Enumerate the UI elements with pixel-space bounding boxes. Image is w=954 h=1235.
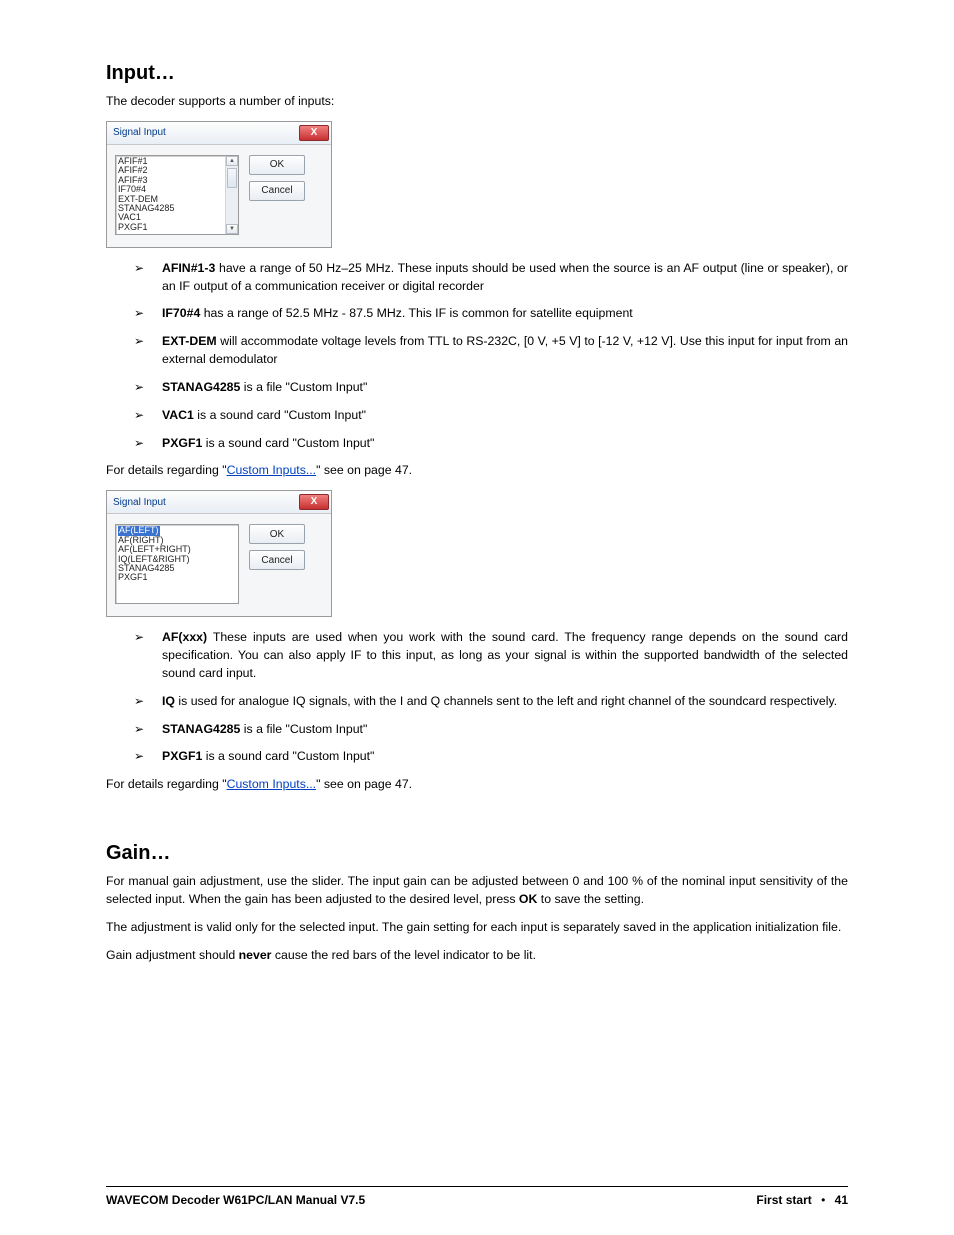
list-item: STANAG4285 is a file "Custom Input": [162, 379, 848, 397]
footer-section: First start: [756, 1193, 811, 1207]
document-page: Input… The decoder supports a number of …: [0, 0, 954, 1235]
item-text: will accommodate voltage levels from TTL…: [162, 334, 848, 366]
item-label: AFIN#1-3: [162, 261, 215, 275]
ok-button[interactable]: OK: [249, 524, 305, 544]
gain-p1c: to save the setting.: [537, 892, 644, 906]
list-item: PXGF1 is a sound card "Custom Input": [162, 748, 848, 766]
item-label: AF(xxx): [162, 630, 207, 644]
item-label: IQ: [162, 694, 175, 708]
details-paragraph-2: For details regarding "Custom Inputs..."…: [106, 776, 848, 794]
item-label: STANAG4285: [162, 380, 240, 394]
details-suffix: " see on page 47.: [316, 463, 412, 477]
item-text: is a file "Custom Input": [240, 380, 367, 394]
dialog-body: AFIF#1 AFIF#2 AFIF#3 IF70#4 EXT-DEM STAN…: [107, 145, 331, 247]
gain-p1-ok: OK: [519, 892, 537, 906]
heading-gain: Gain…: [106, 842, 848, 865]
intro-input: The decoder supports a number of inputs:: [106, 93, 848, 111]
list-item[interactable]: PXGF1: [118, 573, 238, 582]
item-label: PXGF1: [162, 436, 202, 450]
item-text: is a file "Custom Input": [240, 722, 367, 736]
dialog-body: AF(LEFT) AF(RIGHT) AF(LEFT+RIGHT) IQ(LEF…: [107, 514, 331, 616]
input-listbox[interactable]: AF(LEFT) AF(RIGHT) AF(LEFT+RIGHT) IQ(LEF…: [115, 524, 239, 604]
close-icon[interactable]: X: [299, 494, 329, 510]
close-icon[interactable]: X: [299, 125, 329, 141]
item-text: is a sound card "Custom Input": [202, 749, 374, 763]
details-prefix: For details regarding ": [106, 777, 227, 791]
scroll-thumb[interactable]: [227, 168, 237, 188]
input-description-list-1: AFIN#1-3 have a range of 50 Hz–25 MHz. T…: [106, 260, 848, 453]
cancel-button[interactable]: Cancel: [249, 550, 305, 570]
cancel-button[interactable]: Cancel: [249, 181, 305, 201]
gain-p1a: For manual gain adjustment, use the slid…: [106, 874, 848, 906]
list-item: AF(xxx) These inputs are used when you w…: [162, 629, 848, 682]
gain-p3a: Gain adjustment should: [106, 948, 239, 962]
footer-dot: •: [821, 1193, 825, 1207]
item-text: has a range of 52.5 MHz - 87.5 MHz. This…: [200, 306, 632, 320]
custom-inputs-link[interactable]: Custom Inputs...: [227, 777, 317, 791]
scrollbar[interactable]: ▲ ▼: [225, 156, 238, 234]
dialog-title-text: Signal Input: [113, 127, 166, 138]
dialog-title-text: Signal Input: [113, 497, 166, 508]
scroll-track[interactable]: [226, 166, 238, 224]
ok-button[interactable]: OK: [249, 155, 305, 175]
item-label: IF70#4: [162, 306, 200, 320]
gain-p3c: cause the red bars of the level indicato…: [271, 948, 536, 962]
item-text: have a range of 50 Hz–25 MHz. These inpu…: [162, 261, 848, 293]
page-footer: WAVECOM Decoder W61PC/LAN Manual V7.5 Fi…: [106, 1186, 848, 1207]
item-label: EXT-DEM: [162, 334, 217, 348]
item-label: PXGF1: [162, 749, 202, 763]
footer-left: WAVECOM Decoder W61PC/LAN Manual V7.5: [106, 1193, 365, 1207]
dialog-button-group: OK Cancel: [249, 524, 305, 604]
list-item: VAC1 is a sound card "Custom Input": [162, 407, 848, 425]
footer-page-number: 41: [835, 1193, 848, 1207]
custom-inputs-link[interactable]: Custom Inputs...: [227, 463, 317, 477]
item-text: is a sound card "Custom Input": [194, 408, 366, 422]
list-item: IQ is used for analogue IQ signals, with…: [162, 693, 848, 711]
dialog-titlebar: Signal Input X: [107, 491, 331, 514]
gain-paragraph-2: The adjustment is valid only for the sel…: [106, 919, 848, 937]
dialog-button-group: OK Cancel: [249, 155, 305, 235]
details-prefix: For details regarding ": [106, 463, 227, 477]
item-text: is a sound card "Custom Input": [202, 436, 374, 450]
list-item: AFIN#1-3 have a range of 50 Hz–25 MHz. T…: [162, 260, 848, 296]
item-label: VAC1: [162, 408, 194, 422]
list-item: PXGF1 is a sound card "Custom Input": [162, 435, 848, 453]
signal-input-dialog-2: Signal Input X AF(LEFT) AF(RIGHT) AF(LEF…: [106, 490, 332, 617]
details-suffix: " see on page 47.: [316, 777, 412, 791]
scroll-up-icon[interactable]: ▲: [226, 156, 238, 166]
gain-paragraph-3: Gain adjustment should never cause the r…: [106, 947, 848, 965]
list-item: IF70#4 has a range of 52.5 MHz - 87.5 MH…: [162, 305, 848, 323]
item-text: These inputs are used when you work with…: [162, 630, 848, 680]
scroll-down-icon[interactable]: ▼: [226, 224, 238, 234]
list-item: EXT-DEM will accommodate voltage levels …: [162, 333, 848, 369]
signal-input-dialog-1: Signal Input X AFIF#1 AFIF#2 AFIF#3 IF70…: [106, 121, 332, 248]
dialog-titlebar: Signal Input X: [107, 122, 331, 145]
input-listbox[interactable]: AFIF#1 AFIF#2 AFIF#3 IF70#4 EXT-DEM STAN…: [115, 155, 239, 235]
gain-paragraph-1: For manual gain adjustment, use the slid…: [106, 873, 848, 909]
heading-input: Input…: [106, 62, 848, 85]
details-paragraph-1: For details regarding "Custom Inputs..."…: [106, 462, 848, 480]
input-description-list-2: AF(xxx) These inputs are used when you w…: [106, 629, 848, 766]
item-label: STANAG4285: [162, 722, 240, 736]
gain-p3-never: never: [239, 948, 272, 962]
footer-right: First start • 41: [756, 1193, 848, 1207]
list-item[interactable]: PXGF1: [118, 223, 238, 232]
list-item: STANAG4285 is a file "Custom Input": [162, 721, 848, 739]
item-text: is used for analogue IQ signals, with th…: [175, 694, 837, 708]
